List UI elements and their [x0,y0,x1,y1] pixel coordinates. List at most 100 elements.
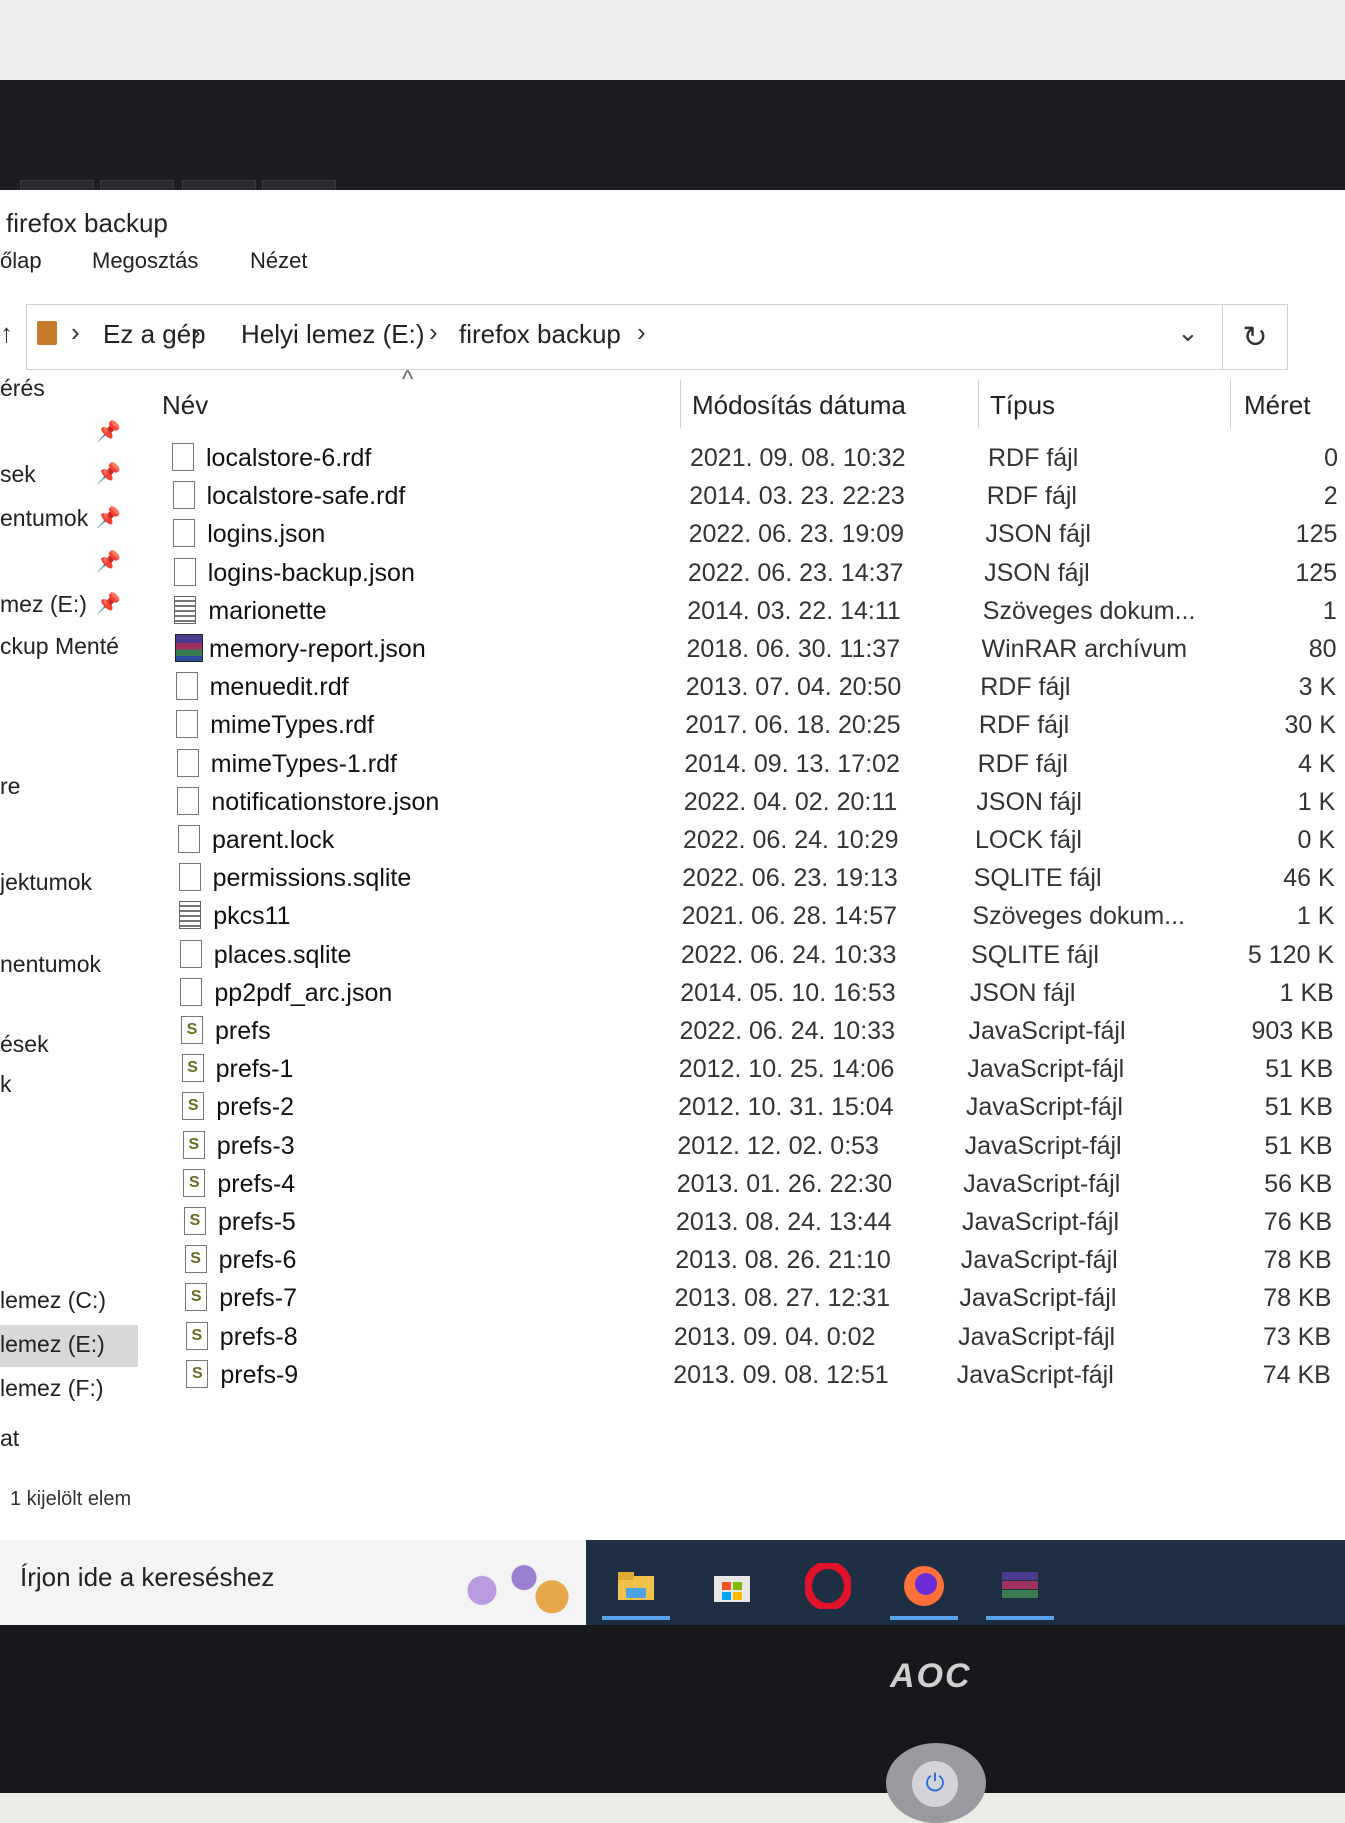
file-type: JavaScript-fájl [965,1093,1123,1122]
file-row[interactable]: localstore-6.rdf 2021. 09. 08. 10:32 RDF f… [0,440,1345,478]
file-date: 2022. 06. 23. 19:09 [688,520,905,549]
file-date: 2022. 06. 24. 10:29 [683,826,899,854]
file-name: pp2pdf_arc.json [214,978,393,1007]
address-bar[interactable]: › Ez a gép › Helyi lemez (E:) › firefox … [26,304,1224,370]
folder-icon [37,321,57,345]
file-row[interactable]: notificationstore.json 2022. 04. 02. 20:1… [0,784,1345,822]
file-size: 1 K [1296,902,1335,931]
file-row[interactable]: Sprefs-7 2013. 08. 27. 12:31 JavaScript-fá… [0,1280,1345,1318]
file-name: prefs-1 [215,1055,294,1084]
column-divider[interactable] [680,380,681,428]
file-row[interactable]: mimeTypes.rdf 2017. 06. 18. 20:25 RDF fájl… [0,707,1345,745]
file-row[interactable]: Sprefs-6 2013. 08. 26. 21:10 JavaScript-fá… [0,1242,1345,1280]
file-name: prefs-4 [217,1169,296,1198]
file-row[interactable]: marionette 2014. 03. 22. 14:11 Szöveges do… [0,593,1345,631]
file-row[interactable]: memory-report.json 2018. 06. 30. 11:37 Win… [0,631,1345,669]
javascript-file-icon: S [184,1245,207,1274]
file-row[interactable]: Sprefs-2 2012. 10. 31. 15:04 JavaScript-fá… [0,1089,1345,1127]
file-name: parent.lock [212,826,335,854]
power-button[interactable]: ⏻ [886,1743,986,1823]
javascript-file-icon: S [181,1054,204,1083]
file-row[interactable]: permissions.sqlite 2022. 06. 23. 19:13 SQL… [0,860,1345,898]
file-size: 73 KB [1262,1322,1332,1351]
breadcrumb-local-disk-e[interactable]: Helyi lemez (E:) [241,319,424,350]
explorer-window: firefox backup őlap Megosztás Nézet ↑ › … [0,190,1345,1625]
file-row[interactable]: Sprefs-3 2012. 12. 02. 0:53 JavaScript-fáj… [0,1128,1345,1166]
file-type: JavaScript-fájl [956,1360,1114,1389]
microsoft-store-icon[interactable] [692,1552,772,1620]
breadcrumb-this-pc[interactable]: Ez a gép [103,319,206,350]
refresh-button[interactable]: ↻ [1222,304,1288,370]
file-size: 80 [1308,635,1337,663]
file-row[interactable]: logins.json 2022. 06. 23. 19:09 JSON fájl 1… [0,516,1345,554]
taskbar-search[interactable]: Írjon ide a kereséshez [0,1540,586,1625]
column-divider[interactable] [978,380,979,428]
file-size: 1 KB [1279,978,1334,1007]
file-row[interactable]: Sprefs-4 2013. 01. 26. 22:30 JavaScript-fá… [0,1166,1345,1204]
file-explorer-icon[interactable] [596,1552,676,1620]
document-icon [176,710,199,739]
file-row[interactable]: Sprefs-1 2012. 10. 25. 14:06 JavaScript-fá… [0,1051,1345,1089]
file-date: 2013. 08. 26. 21:10 [675,1246,891,1275]
monitor-top-bezel: 16.7M DCB DCR [0,80,1345,234]
file-name: localstore-safe.rdf [206,482,406,511]
file-date: 2014. 09. 13. 17:02 [684,749,900,778]
file-date: 2012. 10. 25. 14:06 [678,1055,895,1084]
nav-item[interactable]: at [0,1425,19,1452]
file-row[interactable]: Sprefs-8 2013. 09. 04. 0:02 JavaScript-fáj… [0,1319,1345,1357]
column-divider[interactable] [1230,380,1231,428]
file-row[interactable]: localstore-safe.rdf 2014. 03. 23. 22:23 RD… [0,478,1345,516]
monitor-bottom-bezel: AOC ⏻ [0,1625,1345,1823]
file-row[interactable]: logins-backup.json 2022. 06. 23. 14:37 JSO… [0,555,1345,593]
firefox-icon[interactable] [884,1552,964,1620]
file-date: 2012. 10. 31. 15:04 [678,1093,894,1122]
chevron-right-icon[interactable]: › [637,317,646,348]
breadcrumb-firefox-backup[interactable]: firefox backup [459,319,621,350]
file-type: JSON fájl [985,520,1091,549]
file-date: 2013. 09. 08. 12:51 [673,1360,889,1389]
winrar-icon[interactable] [980,1552,1060,1620]
file-row[interactable]: pkcs11 2021. 06. 28. 14:57 Szöveges dokum.… [0,898,1345,936]
column-header-size[interactable]: Méret [1244,390,1310,421]
file-row[interactable]: menuedit.rdf 2013. 07. 04. 20:50 RDF fájl 3… [0,669,1345,707]
column-header-type[interactable]: Típus [990,390,1055,421]
file-name: memory-report.json [209,635,426,663]
file-type: RDF fájl [977,749,1068,778]
opera-icon[interactable] [788,1552,868,1620]
file-date: 2022. 06. 24. 10:33 [679,1017,895,1045]
column-header-name[interactable]: Név [162,390,208,421]
file-name: marionette [208,596,327,625]
file-date: 2018. 06. 30. 11:37 [686,635,901,663]
chevron-down-icon[interactable]: ⌄ [1177,317,1199,348]
column-header-date[interactable]: Módosítás dátuma [692,390,906,421]
file-row[interactable]: Sprefs-5 2013. 08. 24. 13:44 JavaScript-fá… [0,1204,1345,1242]
file-name: localstore-6.rdf [206,444,372,472]
file-date: 2013. 01. 26. 22:30 [676,1169,893,1198]
file-size: 1 [1322,596,1337,625]
file-date: 2014. 05. 10. 16:53 [680,978,896,1007]
ribbon: őlap Megosztás Nézet [0,240,1345,286]
file-date: 2022. 04. 02. 20:11 [683,787,898,816]
ribbon-tab-view[interactable]: Nézet [250,248,307,274]
search-highlight-image [440,1552,580,1616]
file-row[interactable]: Sprefs 2022. 06. 24. 10:33 JavaScript-fájl… [0,1013,1345,1051]
up-arrow-icon[interactable]: ↑ [0,318,13,349]
file-row[interactable]: pp2pdf_arc.json 2014. 05. 10. 16:53 JSON f… [0,975,1345,1013]
file-row[interactable]: places.sqlite 2022. 06. 24. 10:33 SQLITE f… [0,937,1345,975]
file-row[interactable]: parent.lock 2022. 06. 24. 10:29 LOCK fájl 0… [0,822,1345,860]
file-size: 3 K [1298,673,1337,702]
javascript-file-icon: S [182,1130,205,1159]
ribbon-tab-share[interactable]: Megosztás [92,248,198,274]
file-date: 2012. 12. 02. 0:53 [677,1131,879,1160]
javascript-file-icon: S [186,1359,209,1388]
file-row[interactable]: mimeTypes-1.rdf 2014. 09. 13. 17:02 RDF fá… [0,746,1345,784]
nav-item[interactable]: érés [0,375,45,402]
file-size: 125 [1295,520,1338,549]
chevron-right-icon: › [429,317,438,347]
file-name: mimeTypes.rdf [210,711,375,740]
chevron-right-icon: › [192,317,201,347]
file-type: LOCK fájl [975,826,1082,854]
file-name: prefs-8 [219,1322,298,1351]
file-row[interactable]: Sprefs-9 2013. 09. 08. 12:51 JavaScript-fá… [0,1357,1345,1395]
ribbon-tab-home[interactable]: őlap [0,248,42,274]
